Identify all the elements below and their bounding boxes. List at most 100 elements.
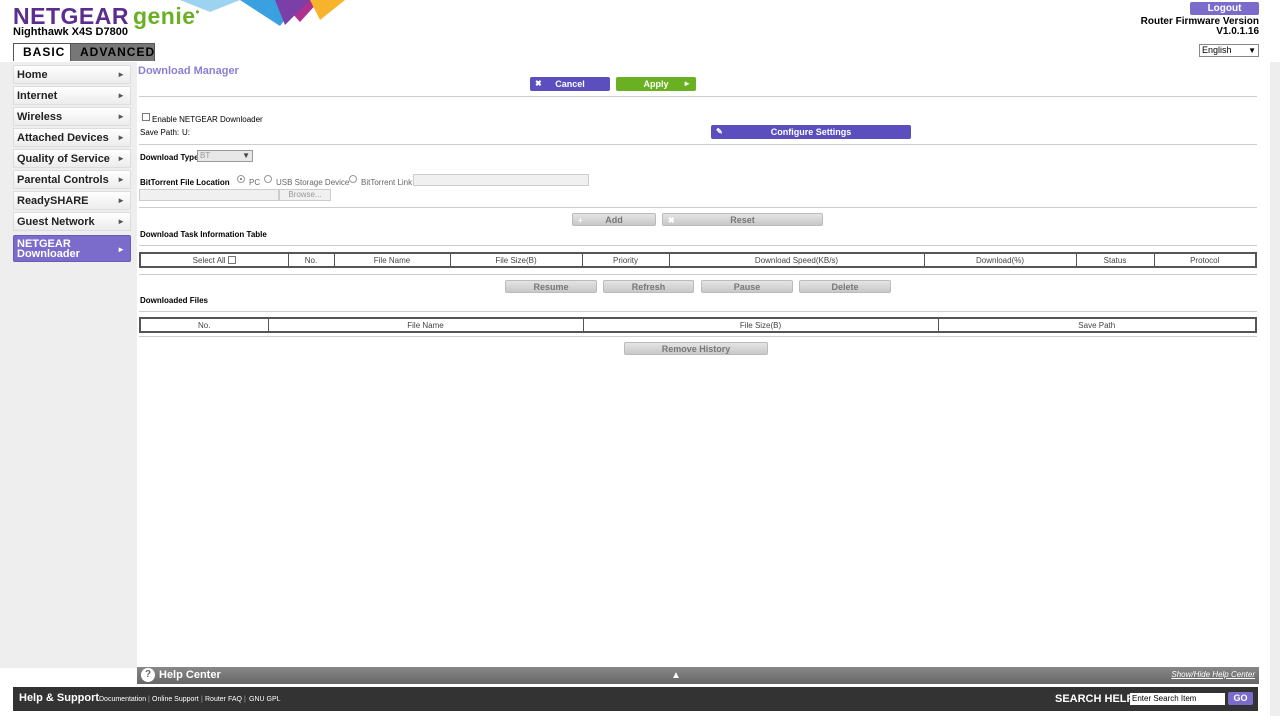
logout-button[interactable]: Logout	[1190, 2, 1259, 15]
chevron-up-icon[interactable]: ▲	[671, 670, 681, 681]
enable-downloader-label: Enable NETGEAR Downloader	[152, 115, 263, 124]
column-header-priority: Priority	[581, 252, 670, 268]
radio-pc[interactable]	[237, 175, 245, 183]
chevron-right-icon: ►	[117, 217, 125, 226]
sidebar-item-attached-devices[interactable]: Attached Devices ►	[13, 128, 131, 147]
save-path-value: U:	[182, 128, 190, 137]
page-title: Download Manager	[138, 65, 239, 77]
help-center-title: Help Center	[159, 669, 221, 681]
browse-button[interactable]: Browse...	[279, 189, 331, 201]
chevron-down-icon: ▼	[242, 151, 250, 160]
bt-link-input[interactable]	[413, 174, 589, 186]
sidebar-item-internet[interactable]: Internet ►	[13, 86, 131, 105]
apply-button[interactable]: Apply ►	[616, 77, 696, 91]
go-button[interactable]: GO	[1228, 692, 1253, 705]
refresh-button[interactable]: Refresh	[603, 280, 694, 293]
remove-history-button[interactable]: Remove History	[624, 342, 768, 355]
sidebar-item-wireless[interactable]: Wireless ►	[13, 107, 131, 126]
radio-bt-link[interactable]	[349, 175, 357, 183]
tab-basic[interactable]: BASIC	[13, 43, 76, 61]
sidebar-item-home[interactable]: Home ►	[13, 65, 131, 84]
documentation-link[interactable]: Documentation	[99, 696, 146, 703]
sidebar-item-label: Attached Devices	[17, 132, 109, 144]
select-all-label: Select All	[192, 255, 226, 265]
sidebar-item-readyshare[interactable]: ReadySHARE ►	[13, 191, 131, 210]
column-header-no: No.	[287, 252, 335, 268]
column-header-speed: Download Speed(KB/s)	[668, 252, 925, 268]
language-select[interactable]: English ▼	[1199, 44, 1259, 57]
delete-button[interactable]: Delete	[799, 280, 891, 293]
footer: Help & Support Documentation | Online Su…	[13, 687, 1258, 711]
router-faq-link[interactable]: Router FAQ	[205, 696, 242, 703]
sidebar-item-qos[interactable]: Quality of Service ►	[13, 149, 131, 168]
close-icon: ✖	[535, 79, 542, 88]
divider	[139, 96, 1257, 97]
download-type-select[interactable]: BT ▼	[197, 150, 253, 162]
add-label: Add	[605, 215, 623, 225]
help-center-bar: ? Help Center ▲ Show/Hide Help Center	[137, 667, 1259, 684]
bt-file-input[interactable]	[139, 189, 279, 201]
reset-label: Reset	[730, 215, 755, 225]
sidebar-item-label: Quality of Service	[17, 153, 110, 165]
language-value: English	[1202, 45, 1232, 55]
router-model: Nighthawk X4S D7800	[13, 26, 128, 38]
column-header-file-name: File Name	[333, 252, 451, 268]
main-content: Download Manager ✖ Cancel Apply ► Enable N…	[137, 62, 1259, 667]
divider	[139, 245, 1257, 246]
pause-button[interactable]: Pause	[701, 280, 793, 293]
downloaded-files-table: No. File Name File Size(B) Save Path	[139, 317, 1257, 333]
divider	[139, 311, 1257, 312]
bt-location-label: BitTorrent File Location	[140, 178, 230, 187]
scrollbar[interactable]	[1270, 62, 1280, 716]
column-header-download-pct: Download(%)	[923, 252, 1077, 268]
sidebar-item-label: Internet	[17, 90, 58, 102]
select-all-checkbox[interactable]	[227, 256, 236, 265]
column-header-file-size: File Size(B)	[582, 317, 939, 333]
configure-settings-button[interactable]: ✎ Configure Settings	[711, 125, 911, 139]
header: NETGEAR genie• Nighthawk X4S D7800 BASIC …	[0, 0, 1280, 62]
column-header-save-path: Save Path	[937, 317, 1257, 333]
sidebar-item-parental-controls[interactable]: Parental Controls ►	[13, 170, 131, 189]
enable-downloader-checkbox[interactable]	[142, 113, 150, 121]
sidebar-item-label: Parental Controls	[17, 174, 109, 186]
help-icon: ?	[141, 668, 155, 682]
radio-usb[interactable]	[264, 175, 272, 183]
tab-advanced[interactable]: ADVANCED	[70, 43, 155, 61]
add-button[interactable]: + Add	[572, 213, 656, 226]
show-hide-help-link[interactable]: Show/Hide Help Center	[1171, 670, 1255, 679]
chevron-right-icon: ►	[117, 91, 125, 100]
chevron-right-icon: ►	[117, 112, 125, 121]
radio-bt-link-label: BitTorrent Link	[361, 178, 413, 187]
radio-usb-label: USB Storage Device	[276, 178, 350, 187]
download-type-label: Download Type	[140, 153, 199, 162]
reset-button[interactable]: ✖ Reset	[662, 213, 823, 226]
separator: |	[244, 696, 246, 703]
sidebar-item-netgear-downloader[interactable]: NETGEAR Downloader ►	[13, 235, 131, 262]
cancel-label: Cancel	[555, 79, 585, 89]
divider	[139, 144, 1257, 145]
divider	[139, 336, 1257, 337]
column-header-file-name: File Name	[267, 317, 584, 333]
resume-button[interactable]: Resume	[505, 280, 597, 293]
save-path-label: Save Path:	[140, 128, 180, 137]
genie-text: genie	[132, 3, 196, 29]
separator: |	[148, 696, 150, 703]
downloaded-files-title: Downloaded Files	[140, 296, 209, 305]
chevron-right-icon: ►	[117, 196, 125, 205]
online-support-link[interactable]: Online Support	[152, 696, 199, 703]
gnu-gpl-link[interactable]: GNU GPL	[249, 696, 281, 703]
divider	[139, 274, 1257, 275]
plus-icon: +	[578, 216, 583, 225]
apply-label: Apply	[643, 79, 669, 89]
chevron-right-icon: ►	[117, 154, 125, 163]
pencil-icon: ✎	[716, 127, 723, 136]
table-header-row: No. File Name File Size(B) Save Path	[139, 317, 1257, 333]
search-help-label: SEARCH HELP	[1055, 693, 1134, 705]
chevron-right-icon: ►	[117, 133, 125, 142]
registered-icon: •	[195, 6, 200, 19]
sidebar-item-guest-network[interactable]: Guest Network ►	[13, 212, 131, 231]
cancel-button[interactable]: ✖ Cancel	[530, 77, 610, 91]
chevron-right-icon: ►	[683, 79, 691, 88]
decorative-triangles-icon	[180, 0, 345, 26]
search-input[interactable]: Enter Search Item	[1130, 693, 1225, 705]
